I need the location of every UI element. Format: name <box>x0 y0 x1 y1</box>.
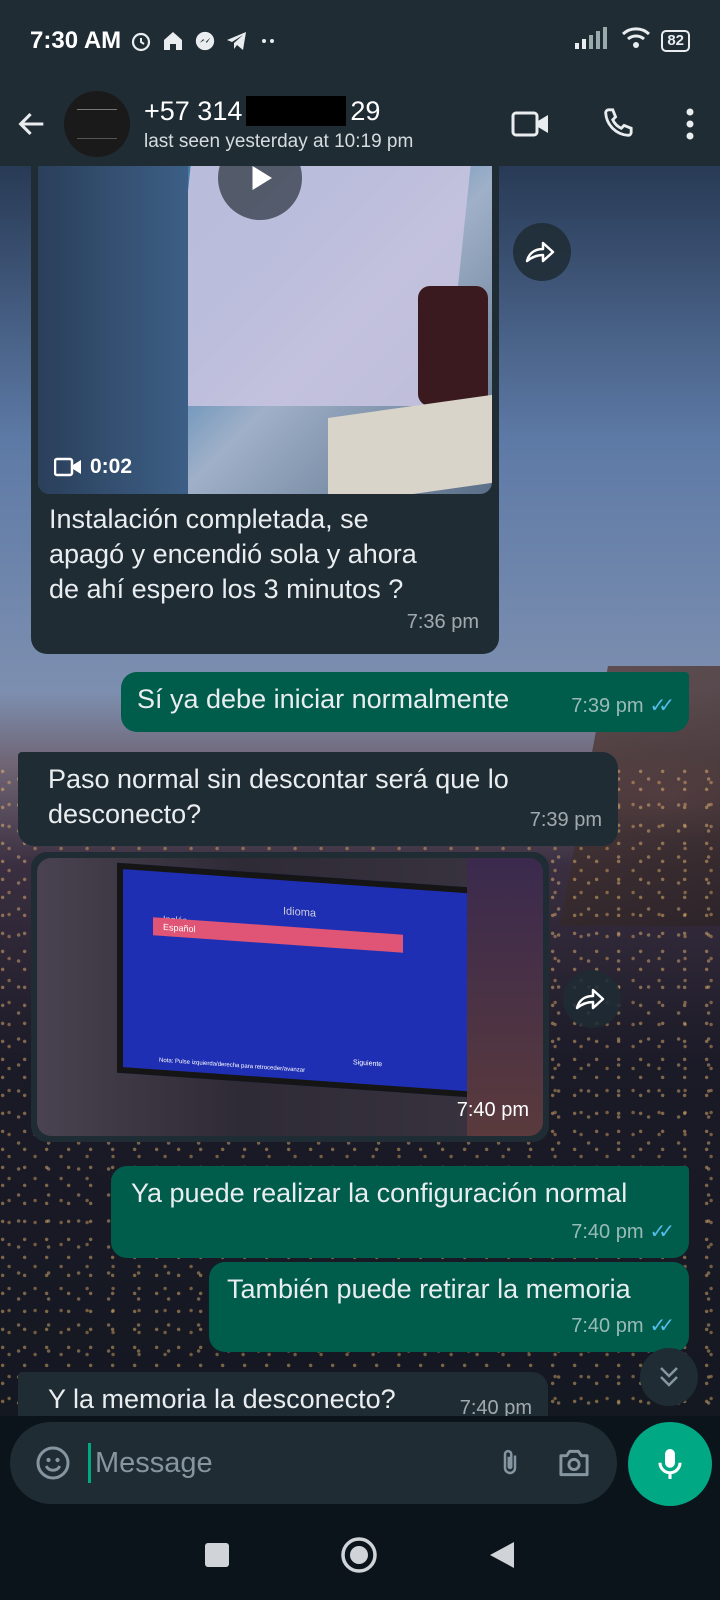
photo-option2: Español <box>153 917 403 953</box>
message-time: 7:36 pm <box>406 611 479 633</box>
voice-call-button[interactable] <box>574 82 660 166</box>
contact-info[interactable]: +57 314 29 last seen yesterday at 10:19 … <box>144 96 413 153</box>
message-time: 7:40 pm <box>456 1099 529 1121</box>
video-icon <box>54 457 81 476</box>
photo-button: Siguiente <box>353 1059 383 1069</box>
message-video[interactable]: 0:02 Instalación completada, se apagó y … <box>31 166 499 654</box>
message-photo[interactable]: Idioma Inglés Español Siguiente Nota: Pu… <box>31 852 549 1142</box>
wifi-icon <box>621 26 651 57</box>
message-incoming[interactable]: Paso normal sin descontar será que lo de… <box>18 752 618 846</box>
photo-thumbnail[interactable]: Idioma Inglés Español Siguiente Nota: Pu… <box>37 858 543 1136</box>
forward-button[interactable] <box>513 223 571 281</box>
signal-icon <box>575 26 611 56</box>
more-notifications-icon <box>257 29 281 53</box>
video-duration: 0:02 <box>90 455 133 478</box>
message-outgoing[interactable]: Ya puede realizar la configuración norma… <box>111 1166 689 1258</box>
camera-icon <box>559 1449 589 1477</box>
redaction-block <box>246 96 347 126</box>
message-time: 7:40 pm ✓✓ <box>571 1309 675 1344</box>
nav-square-icon[interactable] <box>204 1542 230 1573</box>
camera-button[interactable] <box>549 1438 599 1488</box>
message-text: Sí ya debe iniciar normalmente <box>137 684 510 714</box>
message-input[interactable]: Message <box>88 1443 485 1483</box>
read-ticks-icon: ✓✓ <box>649 695 674 717</box>
message-outgoing[interactable]: Sí ya debe iniciar normalmente 7:39 pm ✓✓ <box>121 672 689 732</box>
scroll-to-bottom-button[interactable] <box>640 1348 698 1406</box>
status-right: 82 <box>575 26 690 57</box>
video-call-icon <box>511 111 548 137</box>
contact-name-prefix: +57 314 <box>144 95 243 126</box>
forward-button[interactable] <box>563 970 621 1028</box>
video-thumbnail[interactable]: 0:02 <box>38 166 492 494</box>
attach-icon <box>503 1449 517 1475</box>
status-bar: 7:30 AM 82 <box>0 0 720 82</box>
nav-back-icon[interactable] <box>488 1540 516 1575</box>
message-time: 7:40 pm ✓✓ <box>571 1215 675 1250</box>
read-ticks-icon: ✓✓ <box>649 1221 674 1243</box>
more-options-button[interactable] <box>660 82 720 166</box>
chevron-double-down-icon <box>660 1367 678 1387</box>
back-arrow-icon <box>18 112 44 136</box>
battery-indicator: 82 <box>661 30 690 52</box>
forward-icon <box>575 988 605 1010</box>
mic-button[interactable] <box>628 1422 712 1506</box>
message-outgoing[interactable]: También puede retirar la memoria 7:40 pm… <box>209 1262 689 1352</box>
message-time: 7:40 pm <box>459 1397 532 1416</box>
message-time: 7:39 pm <box>529 809 602 831</box>
home-icon <box>161 29 185 53</box>
read-ticks-icon: ✓✓ <box>649 1315 674 1337</box>
avatar[interactable] <box>64 91 130 157</box>
play-icon <box>252 166 272 190</box>
nav-circle-icon[interactable] <box>340 1536 378 1579</box>
emoji-button[interactable] <box>28 1438 78 1488</box>
mic-icon <box>658 1449 682 1479</box>
alarm-icon <box>129 29 153 53</box>
telegram-icon <box>225 29 249 53</box>
attach-button[interactable] <box>485 1438 535 1488</box>
messenger-icon <box>193 29 217 53</box>
last-seen: last seen yesterday at 10:19 pm <box>144 130 414 152</box>
contact-name-suffix: 29 <box>350 95 381 126</box>
video-call-button[interactable] <box>488 82 574 166</box>
message-text: Ya puede realizar la configuración norma… <box>131 1178 628 1208</box>
phone-icon <box>604 108 633 137</box>
message-composer: Message <box>10 1422 617 1504</box>
message-text: Paso normal sin descontar será que lo de… <box>48 764 509 829</box>
message-text: Instalación completada, se apagó y encen… <box>49 504 417 604</box>
chat-header: +57 314 29 last seen yesterday at 10:19 … <box>0 82 720 166</box>
status-time: 7:30 AM <box>30 27 122 54</box>
more-vert-icon <box>686 108 694 140</box>
system-nav-bar <box>0 1514 720 1600</box>
message-text: Y la memoria la desconecto? <box>48 1384 396 1414</box>
message-incoming[interactable]: Y la memoria la desconecto? 7:40 pm <box>18 1372 548 1416</box>
message-text: También puede retirar la memoria <box>227 1274 631 1304</box>
back-button[interactable] <box>0 82 64 166</box>
photo-note: Nota: Pulse izquierda/derecha para retro… <box>159 1057 306 1074</box>
contact-name: +57 314 29 <box>144 96 413 127</box>
emoji-icon <box>36 1446 70 1480</box>
forward-icon <box>525 241 555 263</box>
message-time: 7:39 pm ✓✓ <box>571 689 675 724</box>
